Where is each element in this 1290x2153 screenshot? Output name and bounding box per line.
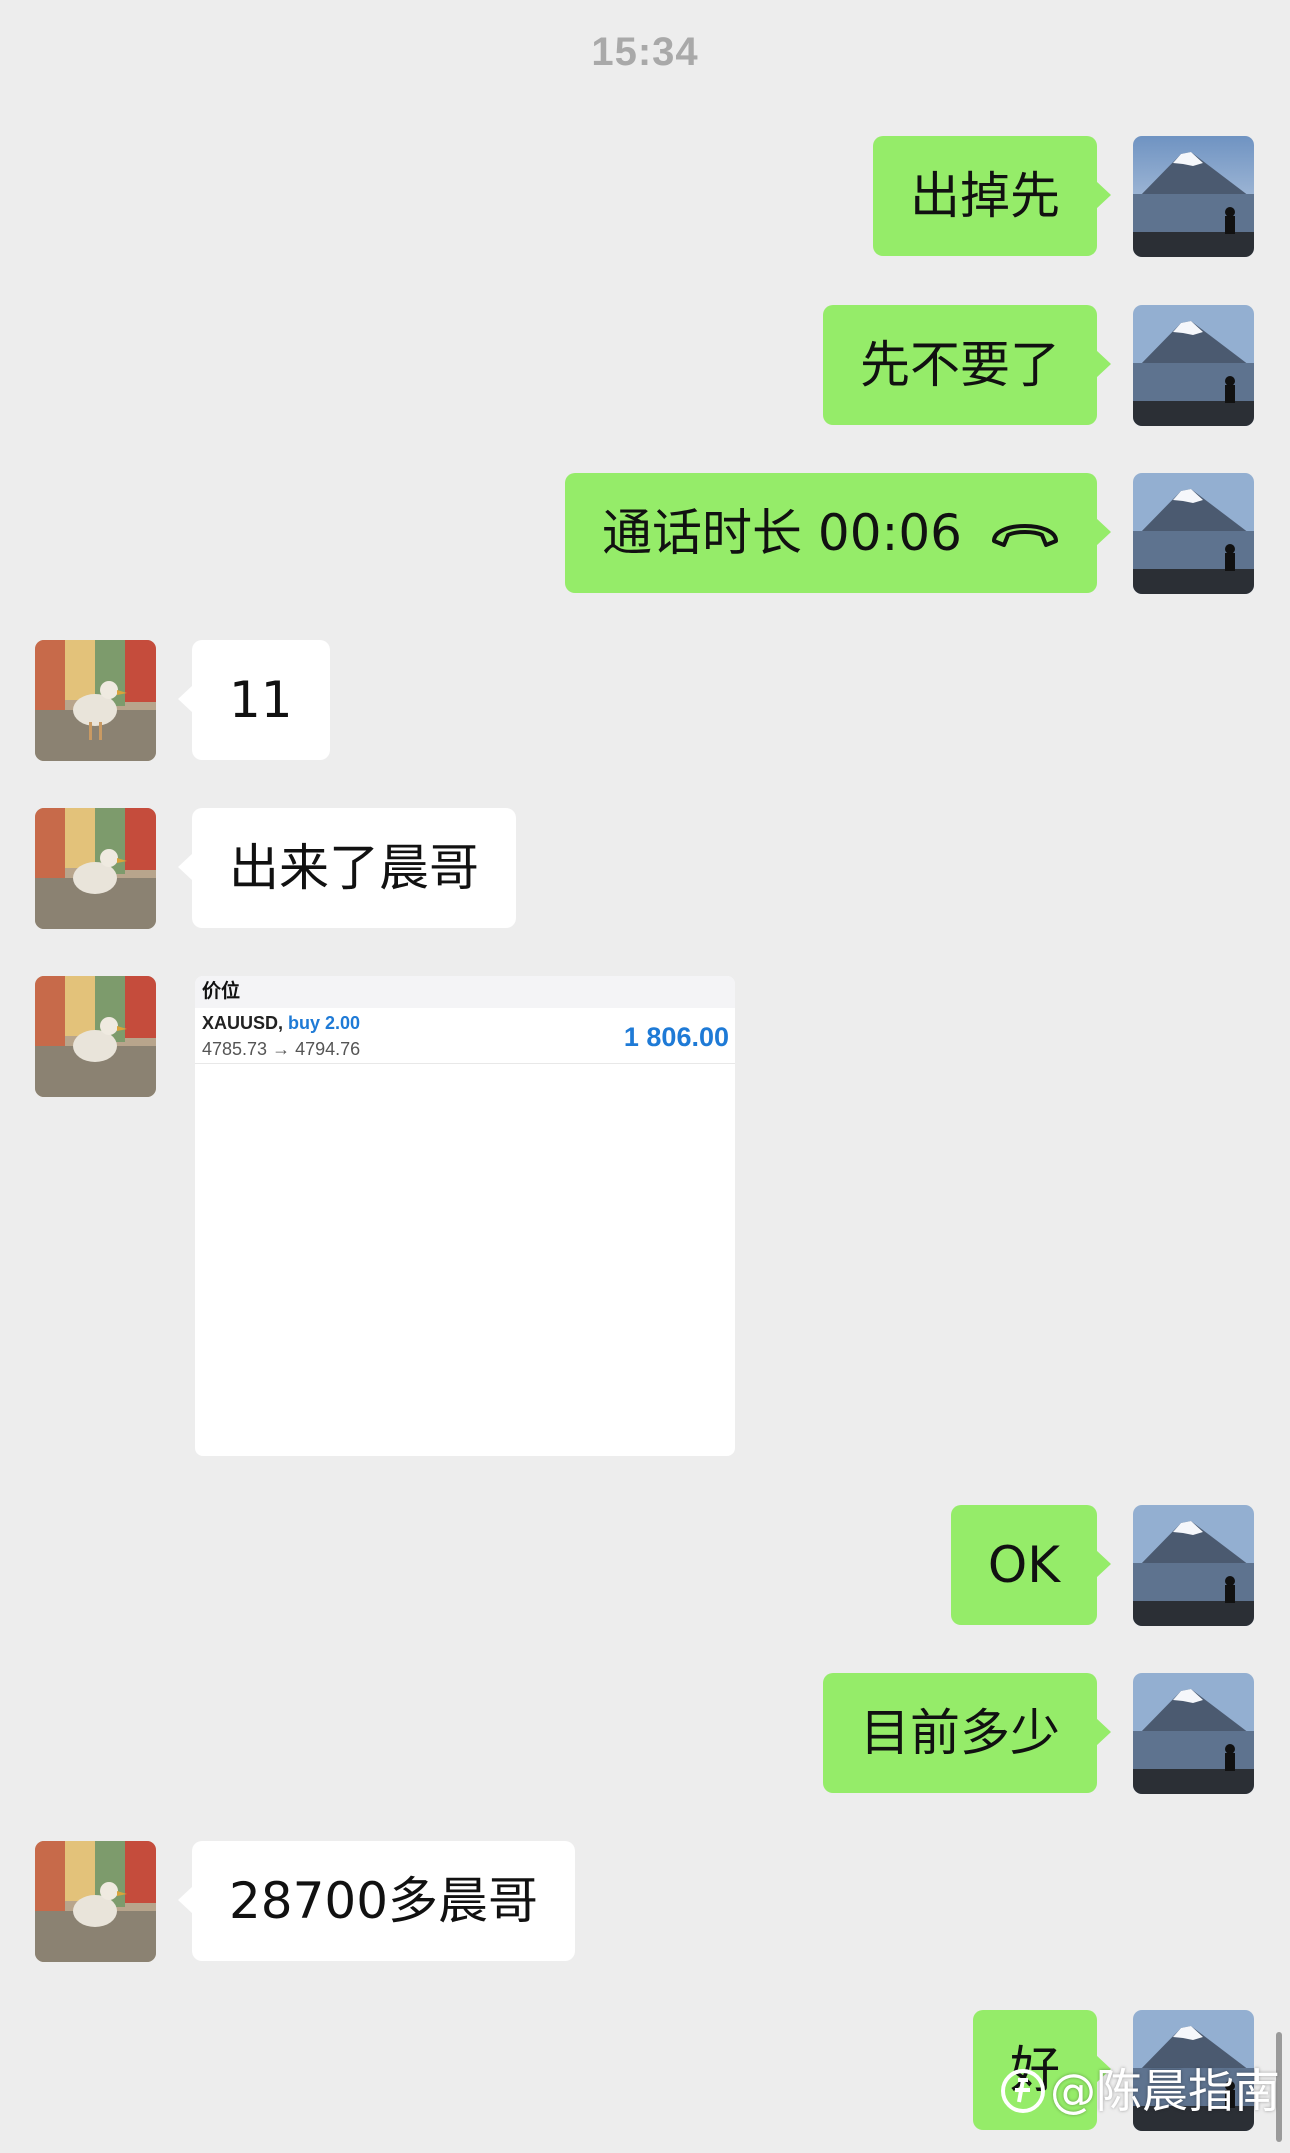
watermark-text: @陈晨指南 xyxy=(1050,2064,1280,2118)
trade-profit: 1 806.00 xyxy=(623,1022,729,1052)
trade-symbol: XAUUSD, xyxy=(202,1013,284,1033)
self-avatar[interactable] xyxy=(1133,136,1254,257)
trade-symbol-line: XAUUSD, buy 2.00 xyxy=(202,1013,360,1034)
message-bubble-in[interactable]: 出来了晨哥 xyxy=(178,808,516,928)
call-duration-text: 通话时长 00:06 xyxy=(602,504,962,562)
self-avatar[interactable] xyxy=(1133,1505,1254,1626)
message-bubble-in[interactable]: 11 xyxy=(178,640,330,760)
trade-side: buy 2.00 xyxy=(288,1013,361,1033)
contact-avatar[interactable] xyxy=(35,640,156,761)
watermark: @陈晨指南 xyxy=(1000,2055,1280,2121)
contact-avatar[interactable] xyxy=(35,808,156,929)
message-timestamp: 15:34 xyxy=(591,30,699,74)
chat-screen: 15:34 出掉先 先不要了 通话时长 00:06 11 出来了晨哥 价位 XA… xyxy=(0,0,1290,2153)
message-bubble-in[interactable]: 28700多晨哥 xyxy=(177,1841,576,1961)
message-bubble-out[interactable]: 出掉先 xyxy=(873,136,1111,256)
self-avatar[interactable] xyxy=(1133,473,1254,594)
trade-screenshot-image[interactable]: 价位 XAUUSD, buy 2.00 4785.73 → 4794.76 1 … xyxy=(195,976,735,1456)
contact-avatar[interactable] xyxy=(35,976,156,1097)
message-bubble-out[interactable]: OK xyxy=(950,1505,1112,1625)
message-bubble-out[interactable]: 目前多少 xyxy=(823,1673,1111,1793)
trade-prices: 4785.73 → 4794.76 xyxy=(202,1039,361,1059)
self-avatar[interactable] xyxy=(1133,1673,1254,1794)
trade-card-header: 价位 xyxy=(195,976,735,1008)
contact-avatar[interactable] xyxy=(35,1841,156,1962)
self-avatar[interactable] xyxy=(1133,305,1254,426)
message-bubble-out[interactable]: 先不要了 xyxy=(823,305,1111,425)
phone-hangup-icon xyxy=(992,523,1058,547)
trade-position-row: XAUUSD, buy 2.00 4785.73 → 4794.76 1 806… xyxy=(195,1008,735,1064)
watermark-logo-icon xyxy=(1001,2068,1045,2113)
call-duration-bubble[interactable]: 通话时长 00:06 xyxy=(565,473,1111,593)
